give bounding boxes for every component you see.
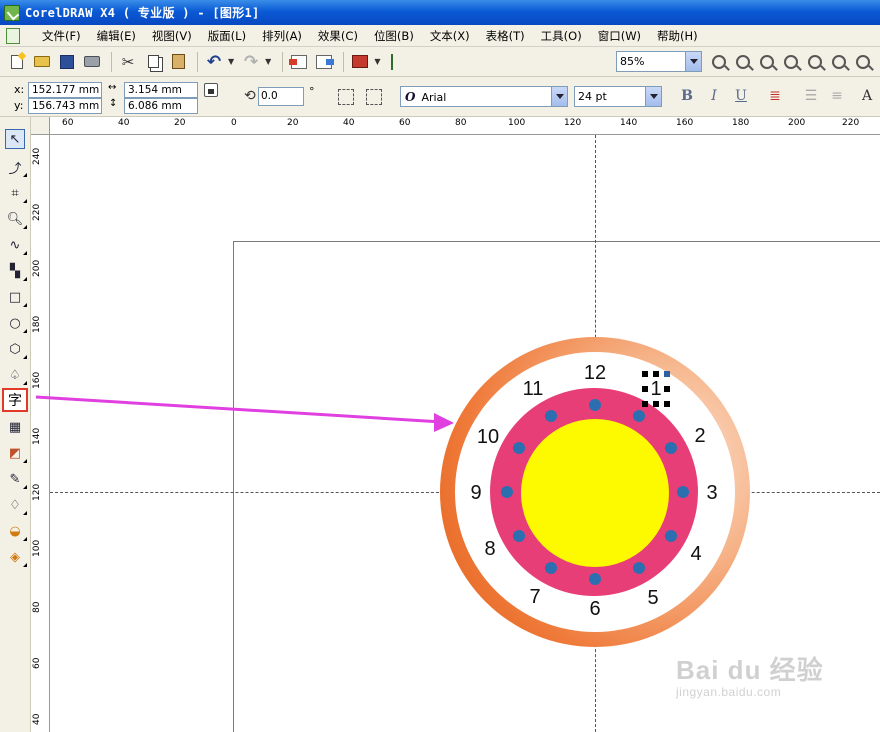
watermark-url: jingyan.baidu.com [676,685,782,699]
annotation-arrow-line [35,395,443,424]
watermark: Bai du 经验 jingyan.baidu.com [676,650,824,699]
annotation-arrowhead [434,413,454,432]
watermark-logo: Bai du 经验 [676,655,824,685]
annotation-arrow [35,395,454,432]
